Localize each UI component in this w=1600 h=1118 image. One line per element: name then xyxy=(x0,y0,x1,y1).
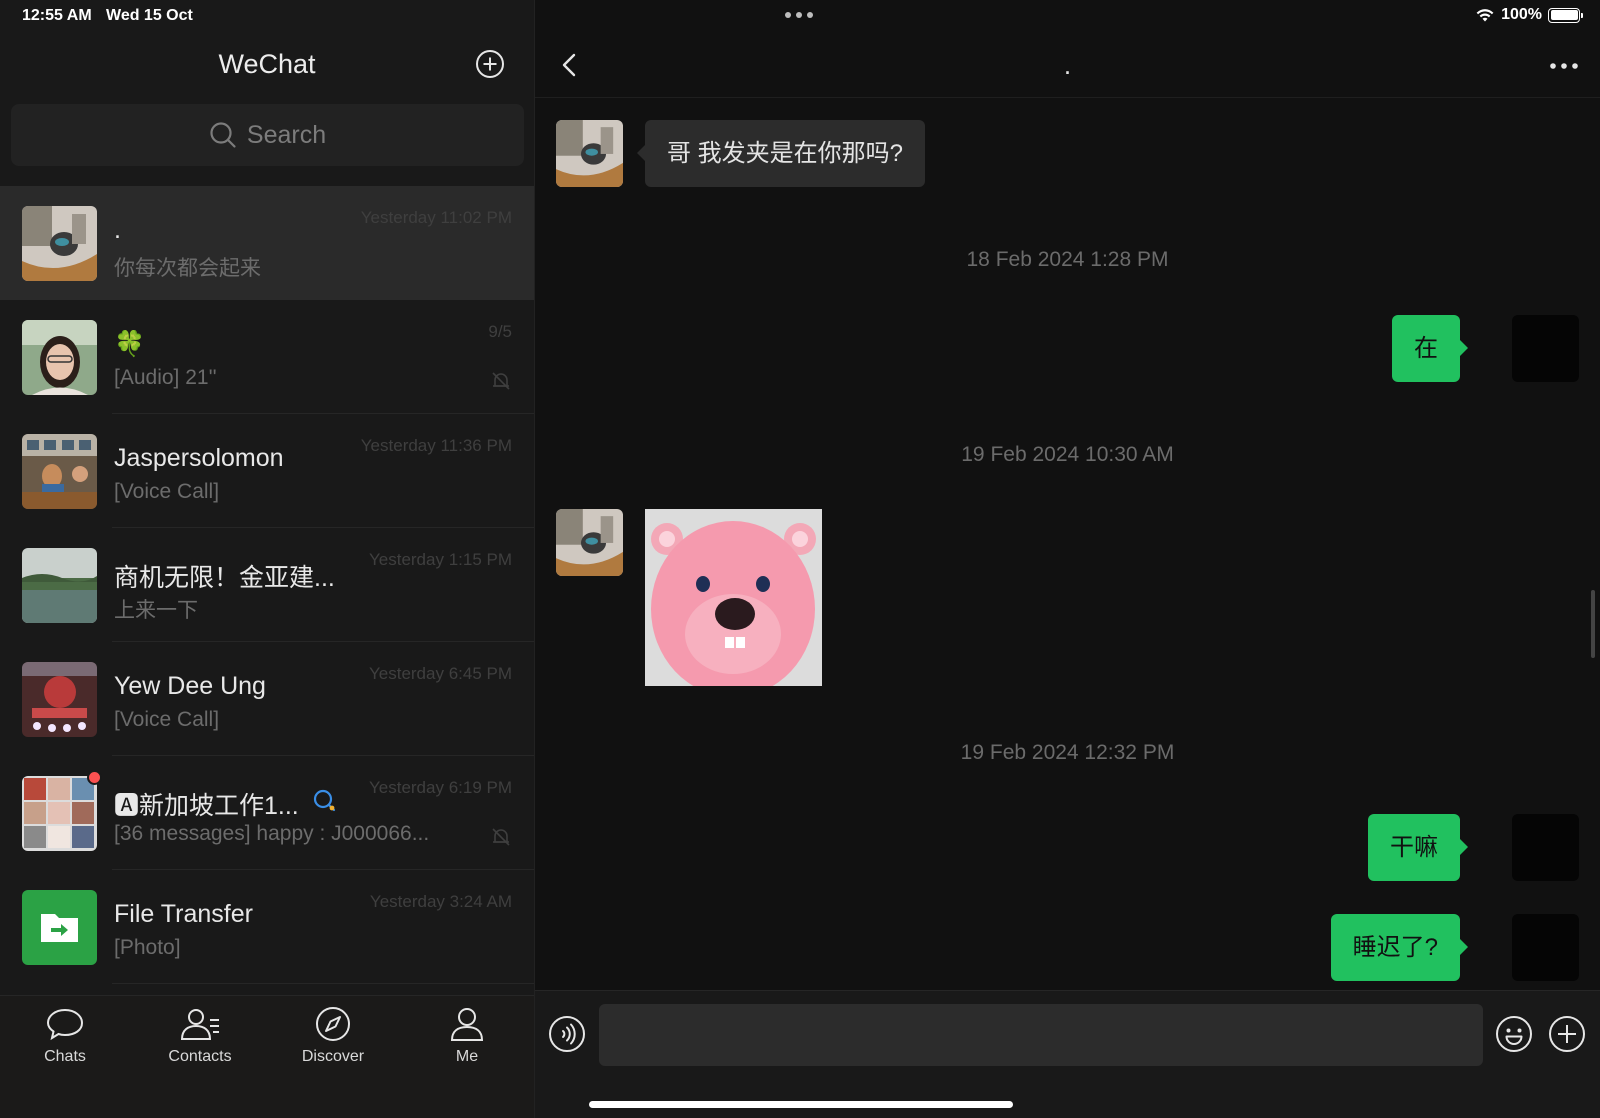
folder-arrow-icon xyxy=(41,914,78,942)
chat-name: . xyxy=(114,216,121,244)
channel-chat-icon xyxy=(313,789,336,812)
message-input[interactable] xyxy=(599,1004,1483,1066)
self-avatar[interactable] xyxy=(1512,315,1579,382)
status-right: 100% xyxy=(1475,6,1583,24)
chat-time: Yesterday 1:15 PM xyxy=(368,550,512,569)
chat-name: 商机无限！金亚建... xyxy=(114,564,335,592)
avatar xyxy=(22,662,97,737)
search-icon xyxy=(210,122,236,148)
more-options-icon[interactable] xyxy=(1546,56,1582,76)
chat-preview: [Photo] xyxy=(114,936,181,959)
contact-avatar[interactable] xyxy=(556,509,623,576)
tab-chats[interactable]: Chats xyxy=(10,1006,120,1066)
self-avatar[interactable] xyxy=(1512,814,1579,881)
tab-label: Me xyxy=(455,1048,479,1065)
wifi-icon xyxy=(1476,9,1494,22)
message-bubble-outgoing[interactable]: 在 xyxy=(1392,315,1468,382)
pink-beaver-sticker[interactable] xyxy=(645,509,822,686)
group-avatar xyxy=(22,776,97,851)
sidebar-header: WeChat xyxy=(0,32,534,98)
chat-time: Yesterday 3:24 AM xyxy=(369,892,512,911)
add-attachment-icon[interactable] xyxy=(1548,1015,1586,1053)
conversation-header: . xyxy=(535,32,1600,98)
chat-list: . Yesterday 11:02 PM 你每次都会起来 🍀 9/5 [Audi… xyxy=(0,186,534,984)
status-date: Wed 15 Oct xyxy=(106,7,193,24)
add-circle-icon[interactable] xyxy=(475,49,505,79)
battery-icon xyxy=(1548,7,1583,23)
chat-list-item[interactable]: Jaspersolomon Yesterday 11:36 PM [Voice … xyxy=(0,414,534,528)
tab-label: Contacts xyxy=(168,1048,232,1065)
chat-time: Yesterday 11:02 PM xyxy=(360,208,512,227)
chat-list-item[interactable]: 🅰新加坡工作1... Yesterday 6:19 PM [36 message… xyxy=(0,756,534,870)
battery-fill xyxy=(1550,10,1578,20)
home-indicator[interactable] xyxy=(589,1101,1013,1108)
chat-list-item[interactable]: . Yesterday 11:02 PM 你每次都会起来 xyxy=(0,186,534,300)
avatar xyxy=(22,320,97,395)
voice-input-icon[interactable] xyxy=(548,1015,586,1053)
message-timestamp: 19 Feb 2024 10:30 AM xyxy=(961,443,1174,466)
chat-preview: [Voice Call] xyxy=(114,708,220,731)
contact-avatar[interactable] xyxy=(556,120,623,187)
chat-name: 🅰新加坡工作1... xyxy=(114,792,299,820)
message-bubble-incoming[interactable]: 哥 我发夹是在你那吗? xyxy=(636,120,926,187)
avatar xyxy=(22,434,97,509)
chat-list-item[interactable]: File Transfer Yesterday 3:24 AM [Photo] xyxy=(0,870,534,984)
divider xyxy=(112,983,534,984)
status-bar: 12:55 AM Wed 15 Oct 100% xyxy=(0,0,1600,32)
person-icon xyxy=(450,1008,484,1041)
tab-me[interactable]: Me xyxy=(412,1006,522,1066)
mute-bell-icon xyxy=(492,372,510,390)
chat-preview: 你每次都会起来 xyxy=(114,257,261,280)
chat-preview: [Audio] 21'' xyxy=(114,366,217,389)
tab-bar: Chats Contacts Discover Me xyxy=(0,995,534,1118)
self-avatar[interactable] xyxy=(1512,914,1579,981)
unread-dot xyxy=(87,770,102,785)
message-timestamp: 19 Feb 2024 12:32 PM xyxy=(960,741,1175,764)
chat-time: Yesterday 11:36 PM xyxy=(360,436,512,455)
chat-name: Jaspersolomon xyxy=(114,444,284,472)
emoji-icon[interactable] xyxy=(1495,1015,1533,1053)
chat-list-item[interactable]: 🍀 9/5 [Audio] 21'' xyxy=(0,300,534,414)
search-placeholder: Search xyxy=(246,120,327,149)
chat-time: Yesterday 6:19 PM xyxy=(368,778,512,797)
chat-time: Yesterday 6:45 PM xyxy=(368,664,512,683)
conversation-panel: . 哥 我发夹是在你那吗? 18 Feb 2024 1:28 PM 在 19 F… xyxy=(535,0,1600,1118)
avatar xyxy=(22,206,97,281)
message-bubble-outgoing[interactable]: 干嘛 xyxy=(1368,814,1468,881)
scrollbar-thumb[interactable] xyxy=(1591,590,1595,658)
multitasking-dots-icon[interactable] xyxy=(785,12,813,18)
contacts-icon xyxy=(180,1009,219,1040)
message-timestamp: 18 Feb 2024 1:28 PM xyxy=(966,248,1169,271)
tab-discover[interactable]: Discover xyxy=(278,1006,388,1066)
mute-bell-icon xyxy=(492,828,510,846)
chat-bubble-icon xyxy=(46,1008,84,1041)
app-title: WeChat xyxy=(218,49,316,79)
avatar xyxy=(22,548,97,623)
search-input[interactable]: Search xyxy=(11,104,524,166)
chat-name: File Transfer xyxy=(114,900,253,928)
chat-name: 🍀 xyxy=(114,330,146,358)
tab-label: Chats xyxy=(44,1048,86,1065)
chat-list-item[interactable]: 商机无限！金亚建... Yesterday 1:15 PM 上来一下 xyxy=(0,528,534,642)
file-transfer-avatar xyxy=(22,890,97,965)
chat-preview: 上来一下 xyxy=(114,599,198,622)
message-bubble-outgoing[interactable]: 睡迟了? xyxy=(1330,914,1469,981)
tab-label: Discover xyxy=(301,1048,365,1065)
message-input-bar xyxy=(535,990,1600,1118)
conversation-title: . xyxy=(1063,50,1072,80)
tab-contacts[interactable]: Contacts xyxy=(145,1006,255,1066)
status-time: 12:55 AM xyxy=(22,7,92,24)
chat-preview: [Voice Call] xyxy=(114,480,220,503)
chat-name: Yew Dee Ung xyxy=(114,672,266,700)
chat-list-panel: WeChat Search . Yesterday 11:02 PM 你每次都会… xyxy=(0,0,534,1118)
chat-time: 9/5 xyxy=(488,322,512,341)
compass-icon xyxy=(316,1007,350,1041)
battery-percent: 100% xyxy=(1501,6,1542,23)
chat-preview: [36 messages] happy : J000066... xyxy=(114,822,430,845)
chat-list-item[interactable]: Yew Dee Ung Yesterday 6:45 PM [Voice Cal… xyxy=(0,642,534,756)
